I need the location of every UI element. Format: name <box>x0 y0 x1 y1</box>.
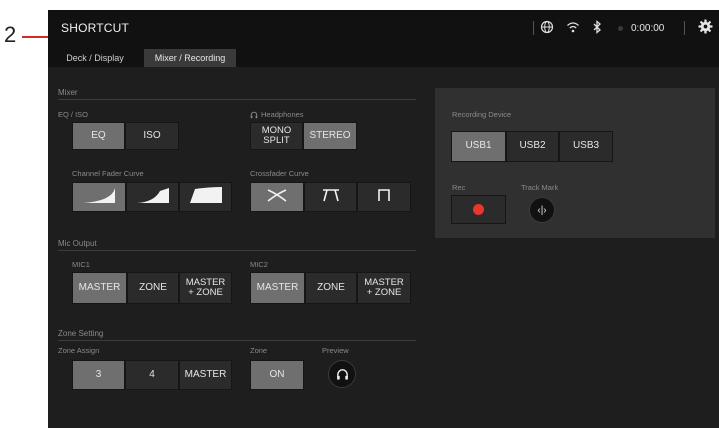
section-mic-output-label: Mic Output <box>58 239 97 248</box>
mic2-master-zone-line2: + ZONE <box>366 287 402 298</box>
tab-bar: Deck / Display Mixer / Recording <box>48 47 719 67</box>
topbar-separator <box>533 21 534 35</box>
crossfader-blend-icon <box>267 188 287 206</box>
mic1-zone-button[interactable]: ZONE <box>127 272 179 304</box>
topbar-separator <box>684 21 685 35</box>
preview-headphones-button[interactable] <box>328 360 356 388</box>
zone-on-button[interactable]: ON <box>250 360 304 390</box>
iso-button[interactable]: ISO <box>125 122 179 150</box>
time-display: 0:00:00 <box>631 23 665 34</box>
record-icon <box>473 204 484 215</box>
usb2-button[interactable]: USB2 <box>506 131 559 162</box>
track-mark-label: Track Mark <box>521 183 559 192</box>
mic2-master-zone-button[interactable]: MASTER + ZONE <box>357 272 411 304</box>
preview-label: Preview <box>322 346 349 355</box>
section-mixer-label: Mixer <box>58 88 78 97</box>
wifi-icon[interactable] <box>566 20 580 37</box>
linear-curve-icon <box>136 186 170 208</box>
crossfader-curve-blend-button[interactable] <box>250 182 304 212</box>
mic2-label: MIC2 <box>250 260 268 269</box>
tab-mixer-recording[interactable]: Mixer / Recording <box>144 49 236 67</box>
crossfader-curve-label: Crossfader Curve <box>250 169 309 178</box>
zone-assign-master-button[interactable]: MASTER <box>179 360 232 390</box>
mic1-master-zone-line2: + ZONE <box>188 287 223 298</box>
zone-assign-label: Zone Assign <box>58 346 100 355</box>
crossfader-sharp-icon <box>377 188 391 206</box>
section-zone-setting-label: Zone Setting <box>58 329 104 338</box>
zone-label: Zone <box>250 346 268 355</box>
crossfader-curve-cut-button[interactable] <box>304 182 357 212</box>
slow-curve-icon <box>82 186 116 208</box>
rec-button[interactable] <box>451 195 506 224</box>
section-divider <box>58 250 416 251</box>
mono-split-button[interactable]: MONO SPLIT <box>250 122 303 150</box>
fader-curve-slow-button[interactable] <box>72 182 126 212</box>
fader-curve-fast-button[interactable] <box>179 182 232 212</box>
mic2-zone-button[interactable]: ZONE <box>305 272 357 304</box>
globe-icon[interactable] <box>540 20 554 37</box>
headphones-icon <box>336 368 349 381</box>
channel-fader-curve-label: Channel Fader Curve <box>72 169 144 178</box>
track-mark-button[interactable]: ‹|› <box>529 197 555 223</box>
zone-assign-4-button[interactable]: 4 <box>125 360 179 390</box>
recording-panel: Recording Device USB1 USB2 USB3 Rec Trac… <box>435 88 715 238</box>
tab-deck-display[interactable]: Deck / Display <box>58 49 132 67</box>
track-mark-icon: ‹|› <box>537 204 547 216</box>
top-bar: SHORTCUT 0:00:00 <box>48 10 719 47</box>
mic1-label: MIC1 <box>72 260 90 269</box>
headphones-label: Headphones <box>261 110 304 119</box>
fast-curve-icon <box>189 186 223 208</box>
zone-assign-3-button[interactable]: 3 <box>72 360 125 390</box>
bluetooth-icon[interactable] <box>591 20 603 37</box>
app-title: SHORTCUT <box>61 21 130 35</box>
mic1-master-zone-button[interactable]: MASTER + ZONE <box>179 272 232 304</box>
rec-label: Rec <box>452 183 466 192</box>
recording-status-dot <box>618 26 623 31</box>
crossfader-cut-icon <box>322 188 340 206</box>
eq-button[interactable]: EQ <box>72 122 125 150</box>
headphones-label-row: Headphones <box>250 110 304 119</box>
callout-number: 2 <box>4 22 17 47</box>
section-divider <box>58 99 416 100</box>
usb1-button[interactable]: USB1 <box>451 131 506 162</box>
section-divider <box>58 340 416 341</box>
mono-split-line2: SPLIT <box>263 135 290 146</box>
crossfader-curve-sharp-button[interactable] <box>357 182 411 212</box>
headphones-icon <box>250 111 258 119</box>
mic1-master-button[interactable]: MASTER <box>72 272 127 304</box>
stereo-button[interactable]: STEREO <box>303 122 357 150</box>
recording-device-label: Recording Device <box>452 110 512 119</box>
gear-icon[interactable] <box>698 19 713 37</box>
device-screen: SHORTCUT 0:00:00 Deck / Display Mixer / … <box>48 10 719 428</box>
eq-iso-label: EQ / ISO <box>58 110 89 119</box>
fader-curve-linear-button[interactable] <box>126 182 179 212</box>
usb3-button[interactable]: USB3 <box>559 131 613 162</box>
mic2-master-button[interactable]: MASTER <box>250 272 305 304</box>
